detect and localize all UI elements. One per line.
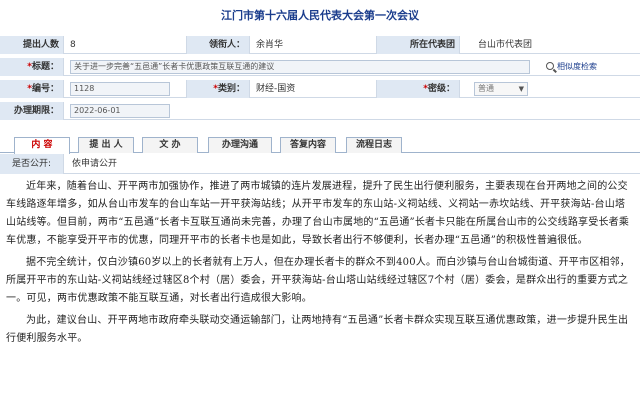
proposer-count-value: 8	[70, 40, 76, 50]
tab-handling-communication[interactable]: 办理沟通	[208, 137, 272, 153]
magnifier-icon	[546, 62, 554, 70]
form-row-deadline: 办理期限： 2022-06-01	[0, 102, 640, 120]
category-value: 财经-国资	[256, 84, 296, 94]
form-row-title: *标题： 关于进一步完善“五邑通”长者卡优惠政策互联互通的建议 相似度检索	[0, 58, 640, 76]
proposal-content: 近年来，随着台山、开平两市加强协作，推进了两市城镇的连片发展进程，提升了民生出行…	[6, 178, 632, 412]
similar-search-label: 相似度检索	[557, 62, 597, 71]
number-label: *编号：	[0, 80, 64, 98]
secrecy-label-text: 密级：	[427, 84, 455, 94]
title-label-text: 标题：	[31, 62, 59, 72]
category-label-text: 类别：	[217, 84, 245, 94]
delegation-label: 所在代表团	[376, 36, 460, 54]
form-row-proposer: 提出人数 8 领衔人： 余肖华 所在代表团 台山市代表团	[0, 36, 640, 54]
tab-process-log[interactable]: 流程日志	[346, 137, 402, 153]
secrecy-select[interactable]: 普通 ▼	[474, 82, 528, 96]
chevron-down-icon: ▼	[518, 85, 524, 93]
publicity-label: 是否公开:	[0, 154, 64, 174]
publicity-value: 依申请公开	[72, 159, 118, 169]
content-paragraph: 据不完全统计，仅白沙镇60岁以上的长者就有上万人，但在办理长者卡的群众不到400…	[6, 257, 631, 304]
number-label-text: 编号：	[31, 84, 59, 94]
secrecy-label: *密级：	[376, 80, 460, 98]
category-label: *类别：	[186, 80, 250, 98]
proposer-count-label: 提出人数	[0, 36, 64, 54]
secrecy-value: 普通	[478, 84, 494, 93]
content-paragraph: 近年来，随着台山、开平两市加强协作，推进了两市城镇的连片发展进程，提升了民生出行…	[6, 181, 630, 246]
form-row-number: *编号： 1128 *类别： 财经-国资 *密级： 普通 ▼	[0, 80, 640, 98]
tab-reply-content[interactable]: 答复内容	[280, 137, 336, 153]
publicity-row: 是否公开: 依申请公开	[0, 154, 640, 174]
page-title: 江门市第十六届人民代表大会第一次会议	[221, 9, 419, 22]
tab-proposers[interactable]: 提 出 人	[78, 137, 134, 153]
leader-label: 领衔人：	[186, 36, 250, 54]
deadline-label: 办理期限：	[0, 102, 64, 120]
tab-document-office[interactable]: 文 办	[142, 137, 198, 153]
title-input[interactable]: 关于进一步完善“五邑通”长者卡优惠政策互联互通的建议	[70, 60, 530, 74]
deadline-input[interactable]: 2022-06-01	[70, 104, 170, 118]
similar-search-link[interactable]: 相似度检索	[546, 60, 597, 74]
tab-content[interactable]: 内 容	[14, 137, 70, 154]
number-input[interactable]: 1128	[70, 82, 170, 96]
tab-bar: 内 容 提 出 人 文 办 办理沟通 答复内容 流程日志	[0, 135, 640, 154]
delegation-value: 台山市代表团	[478, 40, 533, 50]
title-label: *标题：	[0, 58, 64, 76]
content-paragraph: 为此，建议台山、开平两地市政府牵头联动交通运输部门，让两地持有“五邑通”长者卡群…	[6, 315, 629, 344]
leader-value: 余肖华	[256, 40, 284, 50]
